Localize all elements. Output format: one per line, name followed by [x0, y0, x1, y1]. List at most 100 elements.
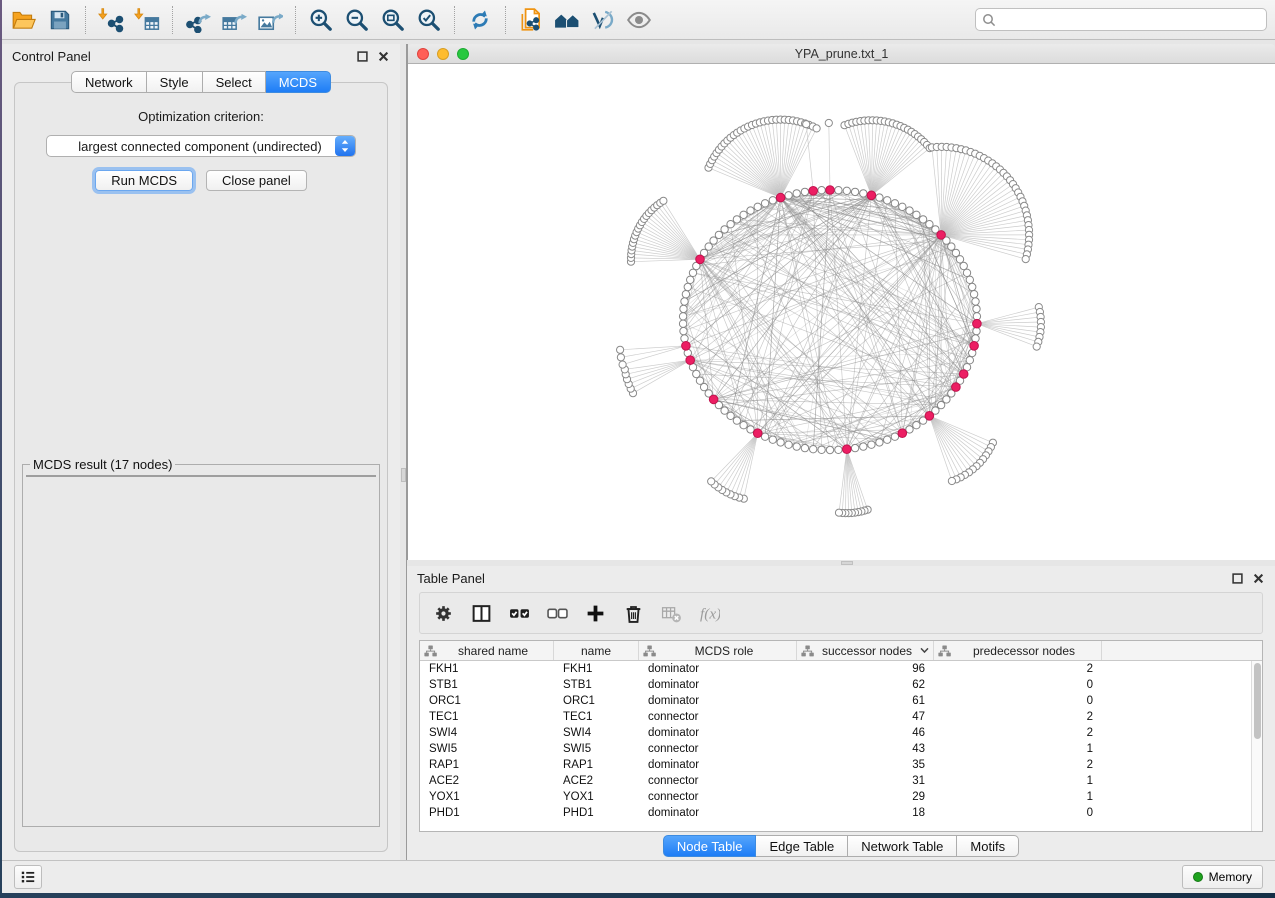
table-row-FKH1[interactable]: FKH1FKH1dominator962: [420, 661, 1262, 677]
cell[interactable]: 29: [797, 789, 934, 805]
cell[interactable]: 2: [934, 709, 1102, 725]
cell[interactable]: connector: [639, 741, 797, 757]
cell[interactable]: dominator: [639, 677, 797, 693]
cell[interactable]: STB1: [554, 677, 639, 693]
horizontal-splitter-grip[interactable]: [841, 561, 853, 565]
cell[interactable]: dominator: [639, 693, 797, 709]
cell[interactable]: 18: [797, 805, 934, 821]
cell[interactable]: 0: [934, 693, 1102, 709]
zoom-out-button[interactable]: [339, 3, 375, 37]
settings-button[interactable]: [430, 600, 457, 627]
table-tab-network-table[interactable]: Network Table: [848, 835, 957, 857]
table-scrollbar[interactable]: [1251, 661, 1262, 831]
cell[interactable]: SWI5: [420, 741, 554, 757]
optimization-dropdown[interactable]: largest connected component (undirected): [46, 135, 356, 157]
close-panel-icon[interactable]: [376, 49, 390, 63]
column-header-name[interactable]: name: [554, 641, 639, 660]
table-row-PHD1[interactable]: PHD1PHD1dominator180: [420, 805, 1262, 821]
export-network-button[interactable]: [180, 3, 216, 37]
cell[interactable]: 2: [934, 661, 1102, 677]
add-row-button[interactable]: [582, 600, 609, 627]
show-columns-button[interactable]: [468, 600, 495, 627]
select-all-button[interactable]: [506, 600, 533, 627]
cell[interactable]: 0: [934, 805, 1102, 821]
table-row-STB1[interactable]: STB1STB1dominator620: [420, 677, 1262, 693]
delete-row-button[interactable]: [620, 600, 647, 627]
hide-graphics-details-button[interactable]: [585, 3, 621, 37]
cell[interactable]: RAP1: [554, 757, 639, 773]
cell[interactable]: 1: [934, 773, 1102, 789]
cell[interactable]: connector: [639, 773, 797, 789]
cell[interactable]: ORC1: [420, 693, 554, 709]
import-table-button[interactable]: [129, 3, 165, 37]
cell[interactable]: SWI4: [420, 725, 554, 741]
cell[interactable]: 43: [797, 741, 934, 757]
cell[interactable]: TEC1: [420, 709, 554, 725]
cell[interactable]: 1: [934, 741, 1102, 757]
save-session-button[interactable]: [42, 3, 78, 37]
clone-network-button[interactable]: [513, 3, 549, 37]
tab-select[interactable]: Select: [203, 71, 266, 93]
cell[interactable]: STB1: [420, 677, 554, 693]
cell[interactable]: 2: [934, 757, 1102, 773]
table-row-ACE2[interactable]: ACE2ACE2connector311: [420, 773, 1262, 789]
network-canvas[interactable]: [408, 64, 1275, 560]
show-graphics-details-button[interactable]: [621, 3, 657, 37]
cell[interactable]: 61: [797, 693, 934, 709]
table-row-YOX1[interactable]: YOX1YOX1connector291: [420, 789, 1262, 805]
table-row-ORC1[interactable]: ORC1ORC1dominator610: [420, 693, 1262, 709]
tab-mcds[interactable]: MCDS: [266, 71, 331, 93]
cell[interactable]: TEC1: [554, 709, 639, 725]
cell[interactable]: 46: [797, 725, 934, 741]
cell[interactable]: 0: [934, 677, 1102, 693]
cell[interactable]: 2: [934, 725, 1102, 741]
table-scrollbar-thumb[interactable]: [1254, 663, 1261, 739]
close-table-panel-icon[interactable]: [1251, 571, 1265, 585]
float-panel-icon[interactable]: [355, 49, 369, 63]
export-image-button[interactable]: [252, 3, 288, 37]
table-row-RAP1[interactable]: RAP1RAP1dominator352: [420, 757, 1262, 773]
cell[interactable]: SWI4: [554, 725, 639, 741]
cell[interactable]: 96: [797, 661, 934, 677]
cell[interactable]: SWI5: [554, 741, 639, 757]
cell[interactable]: connector: [639, 789, 797, 805]
cell[interactable]: dominator: [639, 805, 797, 821]
cell[interactable]: 47: [797, 709, 934, 725]
first-neighbors-button[interactable]: [549, 3, 585, 37]
cell[interactable]: PHD1: [554, 805, 639, 821]
zoom-in-button[interactable]: [303, 3, 339, 37]
network-graph[interactable]: [408, 64, 1275, 559]
import-network-button[interactable]: [93, 3, 129, 37]
table-panel-menu-button[interactable]: [14, 865, 42, 889]
cell[interactable]: 1: [934, 789, 1102, 805]
cell[interactable]: ORC1: [554, 693, 639, 709]
column-header-shared-name[interactable]: shared name: [420, 641, 554, 660]
tab-style[interactable]: Style: [147, 71, 203, 93]
zoom-selected-button[interactable]: [411, 3, 447, 37]
column-header-successor-nodes[interactable]: successor nodes: [797, 641, 934, 660]
table-tab-node-table[interactable]: Node Table: [663, 835, 757, 857]
column-header-mcds-role[interactable]: MCDS role: [639, 641, 797, 660]
cell[interactable]: 35: [797, 757, 934, 773]
tab-network[interactable]: Network: [71, 71, 147, 93]
table-tab-edge-table[interactable]: Edge Table: [756, 835, 848, 857]
cell[interactable]: 62: [797, 677, 934, 693]
table-row-SWI4[interactable]: SWI4SWI4dominator462: [420, 725, 1262, 741]
cell[interactable]: FKH1: [420, 661, 554, 677]
cell[interactable]: ACE2: [420, 773, 554, 789]
close-panel-button[interactable]: Close panel: [206, 170, 307, 191]
run-mcds-button[interactable]: Run MCDS: [95, 170, 193, 191]
cell[interactable]: RAP1: [420, 757, 554, 773]
cell[interactable]: 31: [797, 773, 934, 789]
cell[interactable]: PHD1: [420, 805, 554, 821]
zoom-fit-button[interactable]: [375, 3, 411, 37]
table-row-SWI5[interactable]: SWI5SWI5connector431: [420, 741, 1262, 757]
cell[interactable]: YOX1: [554, 789, 639, 805]
vertical-splitter-grip[interactable]: [401, 468, 406, 482]
column-header-predecessor-nodes[interactable]: predecessor nodes: [934, 641, 1102, 660]
horizontal-splitter[interactable]: [407, 560, 1275, 566]
cell[interactable]: FKH1: [554, 661, 639, 677]
table-tab-motifs[interactable]: Motifs: [957, 835, 1019, 857]
cell[interactable]: connector: [639, 709, 797, 725]
float-table-panel-icon[interactable]: [1230, 571, 1244, 585]
